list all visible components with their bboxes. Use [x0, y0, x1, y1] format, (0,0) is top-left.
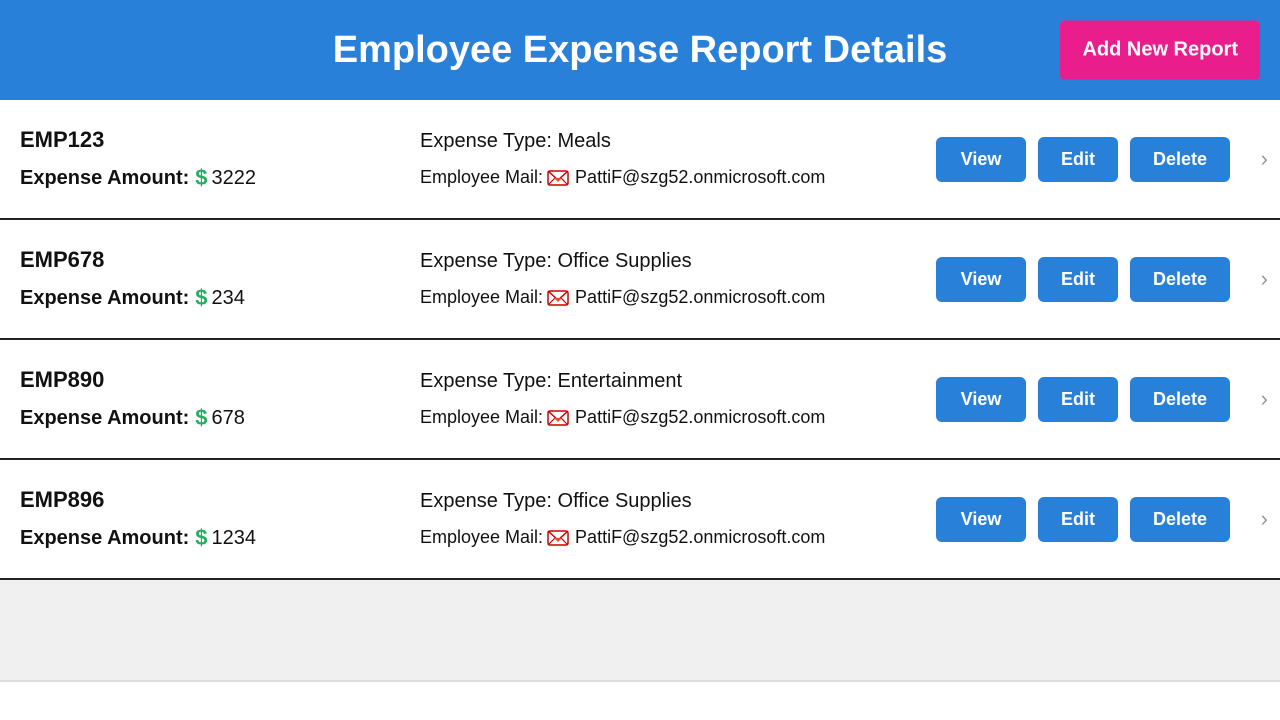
report-row: EMP123 Expense Amount: $ 3222 Expense Ty… — [0, 100, 1280, 220]
expense-type: Expense Type: Meals — [420, 130, 936, 153]
report-left-section: EMP896 Expense Amount: $ 1234 — [20, 487, 400, 551]
employee-mail-value: PattiF@szg52.onmicrosoft.com — [575, 287, 825, 308]
actions-section: View Edit Delete — [936, 377, 1230, 422]
report-middle-section: Expense Type: Office Supplies Employee M… — [400, 250, 936, 308]
employee-id: EMP123 — [20, 127, 400, 153]
report-row: EMP678 Expense Amount: $ 234 Expense Typ… — [0, 220, 1280, 340]
delete-button[interactable]: Delete — [1130, 137, 1230, 182]
report-left-section: EMP678 Expense Amount: $ 234 — [20, 247, 400, 311]
expense-type-label: Expense Type: — [420, 370, 552, 392]
add-new-report-button[interactable]: Add New Report — [1060, 21, 1260, 80]
expense-amount-label: Expense Amount: — [20, 407, 189, 430]
page-header: Employee Expense Report Details Add New … — [0, 0, 1280, 100]
report-row: EMP890 Expense Amount: $ 678 Expense Typ… — [0, 340, 1280, 460]
edit-button[interactable]: Edit — [1038, 137, 1118, 182]
app-container: Employee Expense Report Details Add New … — [0, 0, 1280, 580]
employee-mail: Employee Mail: PattiF@szg52.onmicrosoft.… — [420, 287, 936, 308]
footer-bar — [0, 680, 1280, 720]
report-middle-section: Expense Type: Office Supplies Employee M… — [400, 490, 936, 548]
mail-icon — [547, 530, 569, 546]
expense-amount-row: Expense Amount: $ 3222 — [20, 165, 400, 191]
expense-type: Expense Type: Office Supplies — [420, 250, 936, 273]
expense-type-value: Office Supplies — [558, 490, 692, 512]
edit-button[interactable]: Edit — [1038, 377, 1118, 422]
delete-button[interactable]: Delete — [1130, 257, 1230, 302]
expense-type-value: Office Supplies — [558, 250, 692, 272]
view-button[interactable]: View — [936, 257, 1026, 302]
report-left-section: EMP123 Expense Amount: $ 3222 — [20, 127, 400, 191]
page-title: Employee Expense Report Details — [333, 29, 948, 72]
employee-mail-value: PattiF@szg52.onmicrosoft.com — [575, 527, 825, 548]
employee-id: EMP890 — [20, 367, 400, 393]
employee-mail-label: Employee Mail: — [420, 407, 543, 428]
mail-icon — [547, 170, 569, 186]
mail-icon — [547, 410, 569, 426]
expense-amount-value: 234 — [212, 287, 245, 310]
employee-id: EMP678 — [20, 247, 400, 273]
employee-mail-label: Employee Mail: — [420, 167, 543, 188]
employee-mail: Employee Mail: PattiF@szg52.onmicrosoft.… — [420, 167, 936, 188]
expense-amount-label: Expense Amount: — [20, 527, 189, 550]
dollar-sign-icon: $ — [195, 525, 207, 551]
view-button[interactable]: View — [936, 497, 1026, 542]
employee-mail-label: Employee Mail: — [420, 527, 543, 548]
employee-id: EMP896 — [20, 487, 400, 513]
expense-amount-value: 678 — [212, 407, 245, 430]
chevron-right-icon: › — [1261, 146, 1268, 172]
dollar-sign-icon: $ — [195, 165, 207, 191]
employee-mail-value: PattiF@szg52.onmicrosoft.com — [575, 407, 825, 428]
edit-button[interactable]: Edit — [1038, 497, 1118, 542]
actions-section: View Edit Delete — [936, 137, 1230, 182]
expense-type: Expense Type: Office Supplies — [420, 490, 936, 513]
expense-amount-value: 1234 — [212, 527, 257, 550]
actions-section: View Edit Delete — [936, 497, 1230, 542]
chevron-right-icon: › — [1261, 506, 1268, 532]
expense-type-label: Expense Type: — [420, 130, 552, 152]
report-middle-section: Expense Type: Meals Employee Mail: — [400, 130, 936, 188]
expense-amount-value: 3222 — [212, 167, 257, 190]
employee-mail: Employee Mail: PattiF@szg52.onmicrosoft.… — [420, 407, 936, 428]
expense-type-label: Expense Type: — [420, 250, 552, 272]
delete-button[interactable]: Delete — [1130, 497, 1230, 542]
chevron-right-icon: › — [1261, 266, 1268, 292]
reports-list: EMP123 Expense Amount: $ 3222 Expense Ty… — [0, 100, 1280, 580]
delete-button[interactable]: Delete — [1130, 377, 1230, 422]
report-left-section: EMP890 Expense Amount: $ 678 — [20, 367, 400, 431]
expense-type-value: Entertainment — [558, 370, 683, 392]
employee-mail: Employee Mail: PattiF@szg52.onmicrosoft.… — [420, 527, 936, 548]
dollar-sign-icon: $ — [195, 285, 207, 311]
chevron-right-icon: › — [1261, 386, 1268, 412]
employee-mail-label: Employee Mail: — [420, 287, 543, 308]
report-row: EMP896 Expense Amount: $ 1234 Expense Ty… — [0, 460, 1280, 580]
expense-type-label: Expense Type: — [420, 490, 552, 512]
dollar-sign-icon: $ — [195, 405, 207, 431]
actions-section: View Edit Delete — [936, 257, 1230, 302]
expense-amount-row: Expense Amount: $ 678 — [20, 405, 400, 431]
mail-icon — [547, 290, 569, 306]
expense-type: Expense Type: Entertainment — [420, 370, 936, 393]
report-middle-section: Expense Type: Entertainment Employee Mai… — [400, 370, 936, 428]
employee-mail-value: PattiF@szg52.onmicrosoft.com — [575, 167, 825, 188]
expense-amount-row: Expense Amount: $ 234 — [20, 285, 400, 311]
edit-button[interactable]: Edit — [1038, 257, 1118, 302]
expense-type-value: Meals — [558, 130, 611, 152]
expense-amount-row: Expense Amount: $ 1234 — [20, 525, 400, 551]
view-button[interactable]: View — [936, 137, 1026, 182]
expense-amount-label: Expense Amount: — [20, 287, 189, 310]
view-button[interactable]: View — [936, 377, 1026, 422]
expense-amount-label: Expense Amount: — [20, 167, 189, 190]
